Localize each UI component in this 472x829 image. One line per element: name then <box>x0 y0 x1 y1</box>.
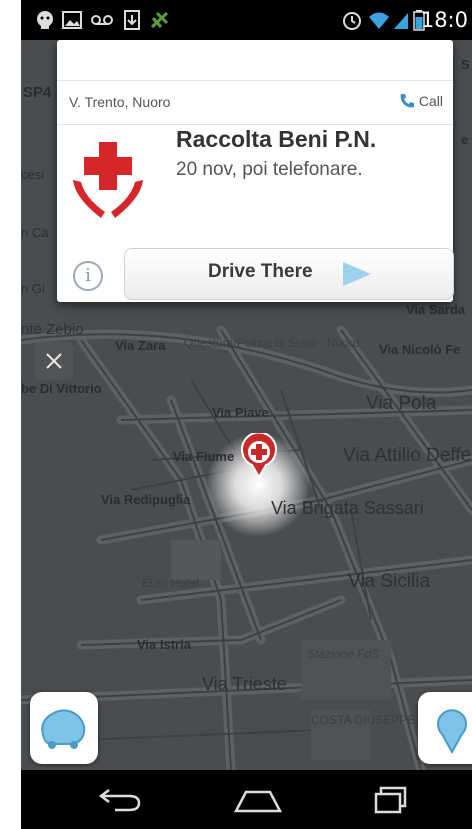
street-label: Via Fiume <box>173 449 235 464</box>
street-label: nte Zebio <box>21 321 84 338</box>
poi-label: Stazione FdS <box>307 647 380 661</box>
street-label: Via Piave <box>212 405 269 420</box>
alarm-icon <box>343 12 361 30</box>
download-icon <box>124 10 140 30</box>
home-icon[interactable] <box>233 786 283 814</box>
usb-debug-icon <box>150 11 169 29</box>
status-bar: 18:0 <box>21 0 472 40</box>
street-label: Via Sarda <box>406 302 466 317</box>
street-label: Via Sicilia <box>348 571 431 592</box>
navigation-bar <box>21 770 472 829</box>
report-button[interactable] <box>418 692 472 764</box>
address-row: V. Trento, Nuoro Call <box>57 80 453 125</box>
poi-label: COSTA GIUSEPPE <box>311 713 416 727</box>
waze-menu-button[interactable] <box>30 692 98 764</box>
street-label: Via Attilio Deffe <box>343 445 472 466</box>
info-icon: i <box>85 265 91 286</box>
card-actions: i Drive There <box>57 245 454 302</box>
image-notification-icon <box>62 11 82 29</box>
poi-label: Euro Hotel <box>142 576 199 590</box>
phone-icon <box>400 94 414 108</box>
wifi-icon <box>369 12 389 29</box>
place-card: V. Trento, Nuoro Call Raccolta Beni P.N.… <box>57 40 454 302</box>
street-label: n Ca <box>21 225 49 240</box>
place-title: Raccolta Beni P.N. <box>176 126 377 152</box>
street-label: Via Brigata Sassari <box>271 498 424 518</box>
close-icon <box>46 353 62 369</box>
street-label: S <box>461 57 470 72</box>
waze-notification-icon <box>37 11 53 29</box>
street-label: Via Pola <box>366 393 437 414</box>
street-label: Via Redipuglia <box>101 492 191 507</box>
info-button[interactable]: i <box>73 261 103 291</box>
close-button[interactable] <box>35 342 73 380</box>
street-label: Via Istria <box>137 637 191 652</box>
recent-apps-icon[interactable] <box>373 785 409 815</box>
street-label: Via Trieste <box>202 674 287 694</box>
place-subtitle: 20 nov, poi telefonare. <box>176 159 363 180</box>
address-text: V. Trento, Nuoro <box>69 94 171 110</box>
call-button[interactable]: Call <box>398 92 443 110</box>
street-label: be Di Vittorio <box>21 381 102 396</box>
street-label: n Gi <box>21 281 45 296</box>
red-cross-logo-icon <box>73 142 143 218</box>
back-icon[interactable] <box>97 784 143 814</box>
street-label: Via Nicolò Fe <box>379 342 461 357</box>
waze-icon <box>41 709 86 749</box>
street-label: Via Zara <box>115 338 166 353</box>
phone-screen: 18:0 SP4 cesi n Ca n Gi nte Zebio Via Za… <box>21 0 472 829</box>
street-label: e <box>461 132 469 147</box>
report-pin-icon <box>437 709 467 755</box>
card-header <box>57 40 453 81</box>
play-arrow-icon <box>343 262 371 286</box>
street-label: cesi <box>21 167 45 182</box>
signal-icon <box>394 13 408 29</box>
clock: 18:0 <box>420 8 468 32</box>
drive-there-button[interactable]: Drive There <box>124 248 454 300</box>
poi-label: Questura/Polizia di Stato - Nuoro <box>184 336 360 350</box>
street-label: SP4 <box>23 84 52 101</box>
call-label: Call <box>418 93 443 109</box>
destination-pin-icon[interactable] <box>240 433 278 479</box>
drive-there-label: Drive There <box>208 261 313 282</box>
voicemail-icon <box>91 15 113 25</box>
